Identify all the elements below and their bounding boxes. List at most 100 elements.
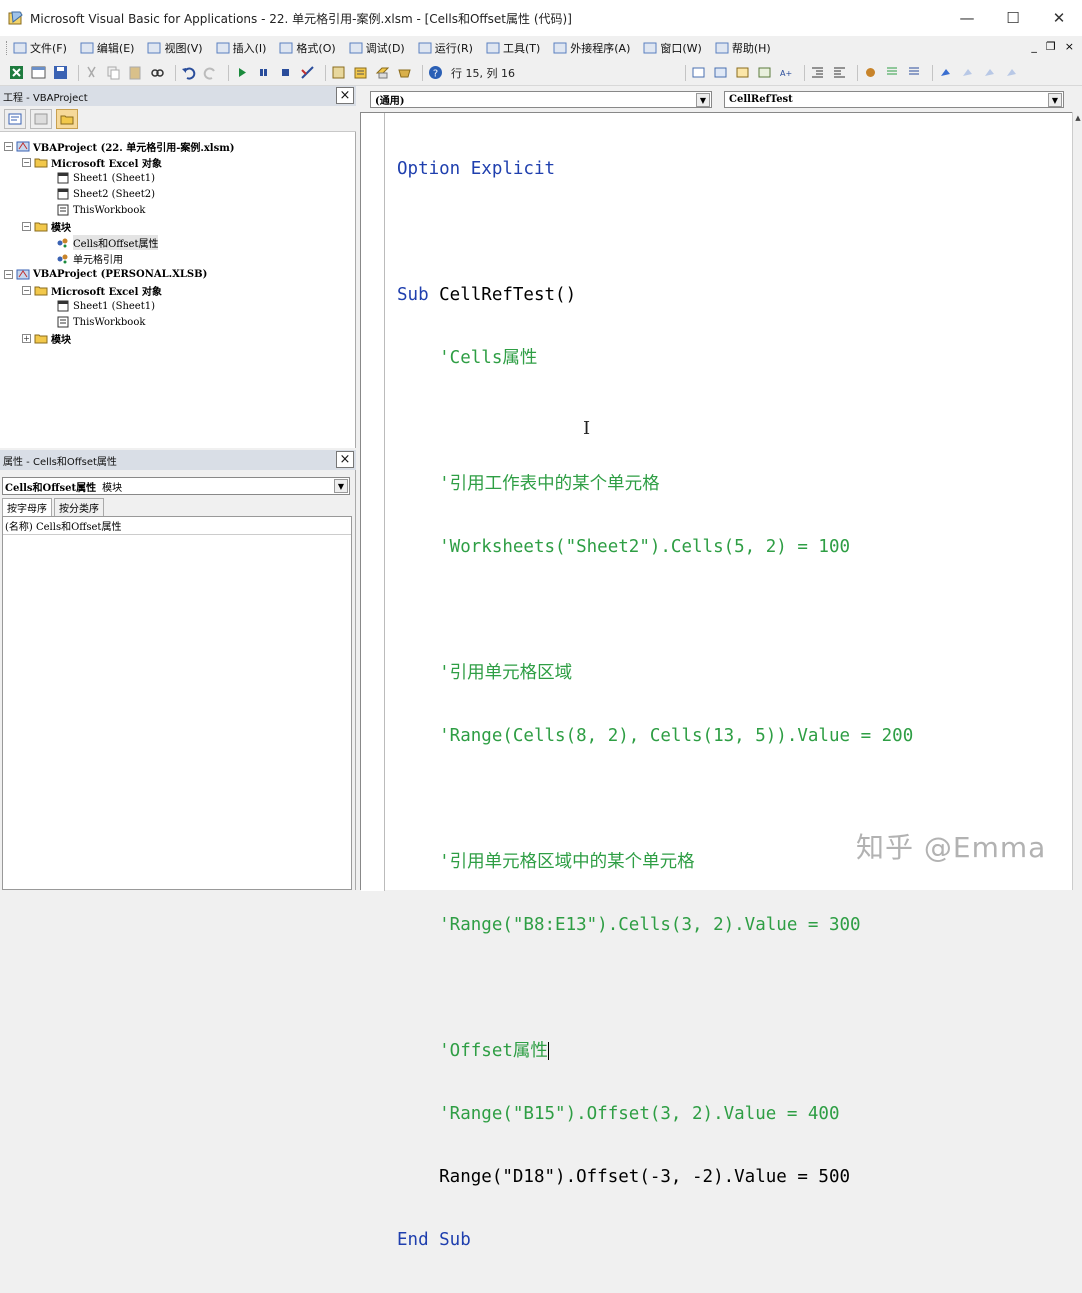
tree-node-label: Cells和Offset属性 — [73, 234, 159, 250]
minimize-button[interactable]: — — [944, 0, 990, 36]
tab-categorized[interactable]: 按分类序 — [54, 498, 104, 516]
mdi-close-button[interactable]: × — [1065, 40, 1074, 53]
previous-bookmark-icon[interactable] — [981, 64, 998, 81]
menu-item-8[interactable]: 外接程序(A) — [553, 40, 630, 56]
folder-icon — [34, 284, 48, 296]
find-icon[interactable] — [149, 64, 166, 81]
break-icon[interactable] — [255, 64, 272, 81]
tree-node[interactable]: − Microsoft Excel 对象 — [22, 154, 162, 170]
code-vertical-scrollbar[interactable]: ▲ — [1072, 112, 1082, 890]
collapse-icon[interactable]: − — [22, 157, 31, 167]
properties-object-name: Cells和Offset属性 — [5, 482, 97, 494]
window-title: Microsoft Visual Basic for Applications … — [30, 11, 572, 26]
collapse-icon[interactable]: − — [22, 221, 31, 231]
close-button[interactable]: ✕ — [1036, 0, 1082, 36]
tree-node-label: Microsoft Excel 对象 — [51, 286, 162, 298]
indent-icon[interactable] — [809, 64, 826, 81]
expand-icon[interactable]: + — [22, 333, 31, 343]
quick-info-icon[interactable] — [734, 64, 751, 81]
folder-icon — [34, 220, 48, 232]
menu-item-2[interactable]: 视图(V) — [147, 40, 203, 56]
toggle-breakpoint-icon[interactable] — [862, 64, 879, 81]
tree-node[interactable]: 单元格引用 — [44, 250, 123, 266]
list-constants-icon[interactable] — [712, 64, 729, 81]
tree-node[interactable]: Sheet2 (Sheet2) — [44, 186, 155, 202]
tree-node[interactable]: − Microsoft Excel 对象 — [22, 282, 162, 298]
toggle-bookmark-icon[interactable] — [937, 64, 954, 81]
menu-item-9[interactable]: 窗口(W) — [643, 40, 702, 56]
tree-node[interactable]: Sheet1 (Sheet1) — [44, 170, 155, 186]
menu-item-4[interactable]: 格式(O) — [279, 40, 336, 56]
help-icon[interactable]: ? — [427, 64, 444, 81]
toggle-folders-icon[interactable] — [56, 108, 78, 129]
tree-node[interactable]: + 模块 — [22, 330, 71, 346]
mdi-restore-button[interactable]: ❐ — [1046, 40, 1056, 53]
code-comment: 'Range("B8:E13").Cells(3, 2).Value = 300 — [397, 915, 861, 935]
code-margin-indicator-bar[interactable] — [361, 113, 385, 891]
insert-userform-icon[interactable] — [30, 64, 47, 81]
collapse-icon[interactable]: − — [4, 269, 13, 279]
maximize-button[interactable]: ☐ — [990, 0, 1036, 36]
menu-item-10[interactable]: 帮助(H) — [715, 40, 771, 56]
design-mode-icon[interactable] — [299, 64, 316, 81]
collapse-icon[interactable]: − — [4, 141, 13, 151]
list-properties-icon[interactable] — [690, 64, 707, 81]
menu-item-6[interactable]: 运行(R) — [418, 40, 473, 56]
sheet-icon — [56, 300, 70, 312]
tree-node[interactable]: − VBAProject (PERSONAL.XLSB) — [4, 266, 207, 282]
tree-node[interactable]: − VBAProject (22. 单元格引用-案例.xlsm) — [4, 138, 235, 154]
paste-icon[interactable] — [127, 64, 144, 81]
toolbar-separator — [325, 64, 326, 81]
properties-object-select[interactable]: Cells和Offset属性 模块 ▼ — [2, 477, 350, 495]
menu-item-5[interactable]: 调试(D) — [349, 40, 405, 56]
tools-icon — [486, 42, 500, 54]
project-explorer-icon[interactable] — [330, 64, 347, 81]
parameter-info-icon[interactable] — [756, 64, 773, 81]
code-text[interactable]: Option Explicit Sub CellRefTest() 'Cells… — [397, 117, 913, 1293]
object-combo-value: (通用) — [375, 96, 405, 107]
tree-node[interactable]: ThisWorkbook — [44, 314, 145, 330]
object-browser-icon[interactable] — [374, 64, 391, 81]
mdi-minimize-button[interactable]: _ — [1031, 40, 1037, 53]
tree-node[interactable]: Sheet1 (Sheet1) — [44, 298, 155, 314]
procedure-combo[interactable]: CellRefTest ▼ — [724, 91, 1064, 108]
uncomment-block-icon[interactable] — [906, 64, 923, 81]
project-explorer-close-button[interactable]: × — [336, 87, 354, 104]
properties-window-icon[interactable] — [352, 64, 369, 81]
run-icon[interactable] — [233, 64, 250, 81]
menu-item-3[interactable]: 插入(I) — [216, 40, 266, 56]
property-row[interactable]: (名称) Cells和Offset属性 — [3, 517, 351, 535]
tree-node[interactable]: ThisWorkbook — [44, 202, 145, 218]
code-editor[interactable]: Option Explicit Sub CellRefTest() 'Cells… — [360, 112, 1072, 1250]
tree-node[interactable]: − 模块 — [22, 218, 71, 234]
chevron-down-icon[interactable]: ▼ — [334, 479, 348, 493]
cut-icon[interactable] — [83, 64, 100, 81]
properties-close-button[interactable]: × — [336, 451, 354, 468]
tree-node-label: ThisWorkbook — [73, 316, 146, 328]
chevron-down-icon[interactable]: ▼ — [696, 93, 710, 107]
tab-alphabetic[interactable]: 按字母序 — [2, 498, 52, 516]
object-combo[interactable]: (通用) ▼ — [370, 91, 712, 108]
reset-icon[interactable] — [277, 64, 294, 81]
view-code-icon[interactable] — [4, 108, 26, 129]
menu-item-1[interactable]: 编辑(E) — [80, 40, 134, 56]
toolbox-icon[interactable] — [396, 64, 413, 81]
menu-grip[interactable] — [6, 41, 9, 55]
undo-icon[interactable] — [180, 64, 197, 81]
redo-icon[interactable] — [202, 64, 219, 81]
next-bookmark-icon[interactable] — [959, 64, 976, 81]
scroll-up-icon[interactable]: ▲ — [1073, 112, 1082, 124]
comment-block-icon[interactable] — [884, 64, 901, 81]
clear-bookmarks-icon[interactable] — [1003, 64, 1020, 81]
chevron-down-icon[interactable]: ▼ — [1048, 93, 1062, 107]
outdent-icon[interactable] — [831, 64, 848, 81]
menu-item-0[interactable]: 文件(F) — [13, 40, 67, 56]
complete-word-icon[interactable]: A+ — [778, 64, 795, 81]
collapse-icon[interactable]: − — [22, 285, 31, 295]
copy-icon[interactable] — [105, 64, 122, 81]
tree-node[interactable]: Cells和Offset属性 — [44, 234, 159, 250]
view-object-icon[interactable] — [30, 108, 52, 129]
view-excel-icon[interactable] — [8, 64, 25, 81]
menu-item-7[interactable]: 工具(T) — [486, 40, 540, 56]
save-icon[interactable] — [52, 64, 69, 81]
